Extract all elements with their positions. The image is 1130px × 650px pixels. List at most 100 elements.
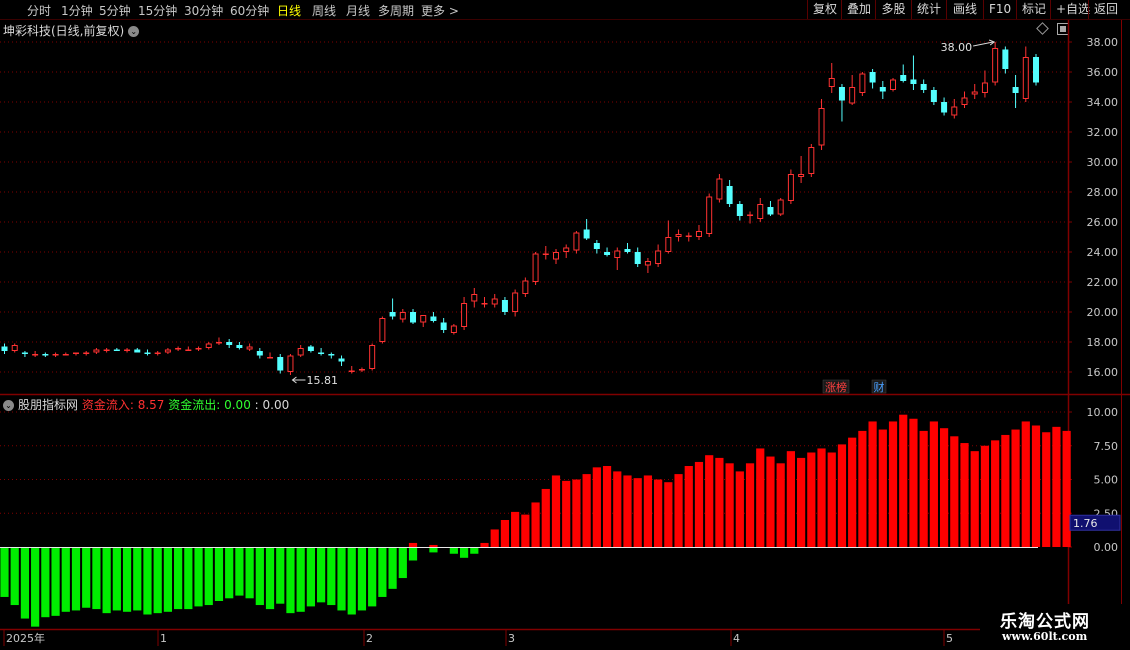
candle [430, 312, 437, 323]
watermark-url: www.60lt.com [1002, 630, 1088, 643]
inflow-bar [490, 529, 499, 547]
price-tick-label: 16.00 [1087, 366, 1119, 379]
candle-body [144, 352, 151, 354]
candle-body [154, 352, 161, 354]
outflow-bar [122, 547, 132, 612]
candle [777, 198, 784, 216]
chart-area[interactable]: 16.0018.0020.0022.0024.0026.0028.0030.00… [0, 0, 1130, 650]
candle-body [573, 232, 580, 251]
inflow-bar [1021, 421, 1030, 547]
price-tick-label: 32.00 [1087, 126, 1119, 139]
candle [461, 297, 468, 330]
inflow-bar [1052, 426, 1061, 547]
outflow-bar [174, 547, 183, 610]
inflow-bar [572, 479, 581, 547]
inflow-bar [633, 478, 642, 547]
candle [389, 298, 396, 320]
outflow-bar [133, 547, 142, 611]
candle-body [992, 48, 999, 83]
candle [930, 87, 937, 105]
inflow-bar [725, 463, 734, 547]
candle [175, 346, 182, 351]
candle [124, 348, 131, 353]
candle [358, 367, 365, 372]
candle-body [787, 174, 794, 201]
inflow-bar [837, 444, 847, 547]
inflow-bar [582, 474, 591, 547]
inflow-bar [980, 445, 990, 547]
candle [920, 79, 927, 93]
candle-body [747, 214, 754, 216]
candle-body [236, 345, 243, 348]
candle-body [961, 97, 968, 105]
outflow-bar [82, 547, 91, 608]
candle [338, 355, 345, 366]
inflow-bar [786, 451, 795, 547]
candle-body [971, 91, 978, 95]
outflow-bar [143, 547, 152, 615]
inflow-bar [735, 471, 744, 547]
candle-body [369, 345, 376, 369]
candle [450, 324, 457, 335]
candle-body [277, 357, 284, 371]
outflow-bar [31, 547, 40, 627]
candle [379, 316, 386, 344]
candle-body [890, 79, 897, 90]
candle-body [838, 87, 845, 101]
candle-body [481, 303, 488, 305]
candle [890, 78, 897, 92]
candle-body [706, 196, 713, 234]
candle [655, 244, 662, 267]
time-label: 2025年 [6, 631, 45, 645]
candle-body [21, 352, 28, 354]
current-value-label: 1.76 [1073, 517, 1098, 530]
candle [552, 249, 559, 264]
outflow-bar [51, 547, 60, 616]
candle-body [185, 349, 192, 351]
time-label: 2 [366, 632, 373, 645]
candle-body [246, 346, 253, 350]
outflow-bar [41, 547, 50, 618]
candle [941, 97, 948, 116]
candle [113, 348, 120, 351]
indicator-title[interactable]: ⌄ 股朋指标网 资金流入: 8.57 资金流出: 0.00 : 0.00 [3, 396, 289, 413]
candle-body [798, 174, 805, 177]
watermark-title: 乐淘公式网 [1000, 612, 1090, 632]
candle [297, 345, 304, 357]
candle-body [32, 354, 39, 356]
inflow-bar [939, 428, 949, 547]
time-label: 4 [733, 632, 740, 645]
outflow-bar [347, 547, 356, 615]
chevron-down-icon[interactable]: ⌄ [3, 400, 14, 411]
candle [481, 297, 488, 308]
candle-body [1, 346, 8, 351]
candle-body [910, 79, 917, 84]
candle-body [920, 84, 927, 90]
candle-body [624, 249, 631, 252]
outflow-bar [20, 547, 30, 619]
price-tick-label: 22.00 [1087, 276, 1119, 289]
candle-body [205, 343, 212, 348]
outflow-bar [368, 547, 377, 607]
outflow-bar [470, 547, 479, 554]
candle [52, 352, 59, 357]
event-badge: 涨榜 [822, 379, 850, 394]
outflow-bar [194, 547, 203, 607]
time-label: 1 [160, 632, 167, 645]
candle [420, 315, 427, 327]
candle [83, 351, 90, 356]
inflow-bar [848, 437, 857, 547]
price-tick-label: 36.00 [1087, 66, 1119, 79]
inflow-bar [909, 418, 918, 547]
candle-body [389, 312, 396, 317]
candle [849, 75, 856, 105]
candle [307, 345, 314, 353]
outflow-bar [357, 547, 367, 611]
inflow-bar [960, 443, 969, 547]
inflow-bar [684, 466, 693, 547]
candle-body [655, 250, 662, 264]
candle-body [164, 349, 171, 353]
indicator-tick-label: 0.00 [1094, 541, 1119, 554]
candle-body [563, 247, 570, 252]
inflow-bar [664, 482, 673, 547]
